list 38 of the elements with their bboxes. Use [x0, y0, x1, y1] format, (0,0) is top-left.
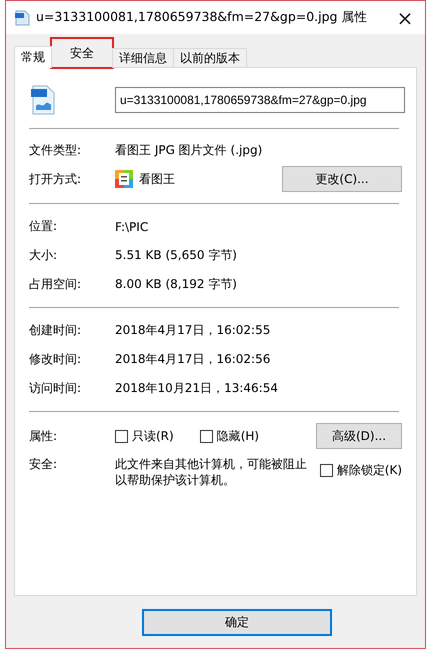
field-label: 打开方式:	[29, 170, 82, 188]
field-label: 修改时间:	[29, 351, 82, 368]
image-file-icon	[14, 10, 30, 26]
tab[interactable]: 以前的版本	[173, 48, 247, 68]
tab[interactable]: 详细信息	[112, 48, 174, 68]
app-icon	[115, 170, 133, 188]
security-note: 此文件来自其他计算机，可能被阻止以帮助保护该计算机。	[115, 456, 308, 488]
field-value: 5.51 KB (5,650 字节)	[115, 247, 238, 264]
field-value: 2018年4月17日，16:02:55	[115, 322, 272, 339]
ok-button[interactable]: 确定	[142, 608, 332, 636]
field-value: 看图王	[139, 170, 175, 188]
checkbox[interactable]	[320, 464, 333, 477]
field-label: 占用空间:	[29, 276, 82, 293]
change-button[interactable]: 更改(C)...	[282, 166, 402, 192]
field-value: 2018年10月21日，13:46:54	[115, 380, 279, 397]
field-value: 8.00 KB (8,192 字节)	[115, 276, 238, 293]
tab[interactable]: 安全	[51, 38, 113, 68]
field-label: 位置:	[29, 218, 58, 235]
checkbox[interactable]	[200, 430, 213, 442]
field-label: 创建时间:	[29, 322, 82, 339]
field-label: 属性:	[29, 428, 58, 444]
field-label: 安全:	[29, 456, 58, 473]
checkbox[interactable]	[115, 430, 128, 442]
checkbox-label[interactable]: 解除锁定(K)	[336, 462, 402, 479]
checkbox-label[interactable]: 只读(R)	[132, 428, 174, 444]
field-label: 文件类型:	[29, 142, 82, 158]
field-value: 2018年4月17日，16:02:56	[115, 351, 272, 368]
tab[interactable]: 常规	[14, 46, 52, 68]
close-button[interactable]: ×	[385, 2, 425, 34]
window-title: u=3133100081,1780659738&fm=27&gp=0.jpg 属性	[36, 9, 368, 26]
field-value: 看图王 JPG 图片文件 (.jpg)	[115, 142, 264, 158]
field-label: 大小:	[29, 247, 58, 264]
image-file-icon	[29, 84, 57, 116]
field-label: 访问时间:	[29, 380, 82, 397]
checkbox-label[interactable]: 隐藏(H)	[216, 428, 260, 444]
advanced-button[interactable]: 高级(D)...	[316, 423, 402, 449]
file-name-field[interactable]: u=3133100081,1780659738&fm=27&gp=0.jpg	[115, 87, 405, 113]
field-value: F:\PIC	[115, 220, 150, 234]
